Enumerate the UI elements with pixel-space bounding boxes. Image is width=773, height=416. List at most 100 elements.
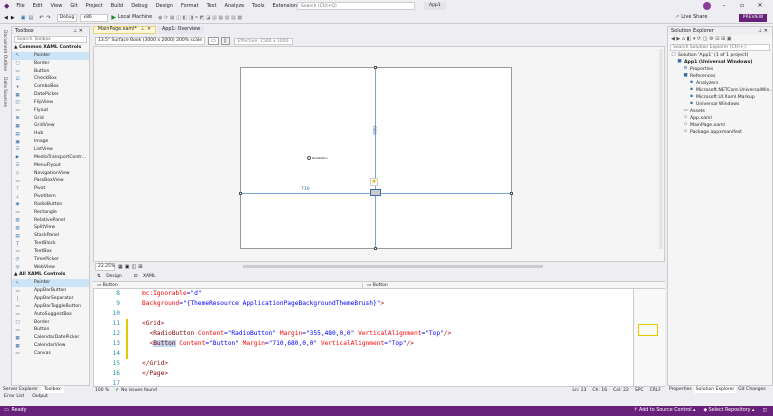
code-line[interactable]: 13 <Button Content="Button" Margin="710,…	[94, 339, 633, 349]
solution-search-input[interactable]: Search Solution Explorer (Ctrl+;)	[670, 44, 770, 51]
toolbox-item-button[interactable]: ▭ Button	[12, 68, 89, 76]
solution-item[interactable]: ▪ Microsoft.UI.Xaml.Markup	[668, 94, 772, 101]
resize-handle[interactable]	[239, 192, 242, 195]
minimize-icon[interactable]: –	[715, 0, 733, 12]
toolbox-item-textbox[interactable]: ▭ TextBox	[12, 248, 89, 256]
toolbox-item-listview[interactable]: ☰ ListView	[12, 146, 89, 154]
solution-item[interactable]: ▪ Universal Windows	[668, 101, 772, 108]
toolbox-item-mediatransportcontr-[interactable]: ▶ MediaTransportContr...	[12, 154, 89, 162]
toolbox-item-rectangle[interactable]: ▭ Rectangle	[12, 209, 89, 217]
toolbox-item-image[interactable]: ▣ Image	[12, 138, 89, 146]
run-target-button[interactable]: Local Machine	[118, 15, 152, 20]
tab-overview[interactable]: App1: Overview	[158, 26, 205, 34]
select-repository-button[interactable]: ◆ Select Repository ▴	[703, 406, 754, 416]
tab-design[interactable]: ⇅ Design	[93, 272, 130, 281]
tab-xaml[interactable]: ⊡ XAML	[130, 272, 164, 281]
portrait-icon[interactable]: ▯	[220, 37, 230, 45]
toolbox-item-menuflyout[interactable]: ☰ MenuFlyout	[12, 162, 89, 170]
solution-item[interactable]: ⚙ Properties	[668, 66, 772, 73]
toolbox-item-pointer[interactable]: ↖ Pointer	[12, 51, 89, 60]
config-dropdown[interactable]: Debug	[56, 13, 78, 22]
resize-handle[interactable]	[374, 66, 377, 69]
redo-icon[interactable]: ↷	[46, 15, 50, 21]
toolbox-item-appbartogglebutton[interactable]: ▭ AppBarToggleButton	[12, 303, 89, 311]
save-icon[interactable]: ▣	[21, 15, 26, 21]
resize-handle[interactable]	[374, 247, 377, 250]
toolbox-item-border[interactable]: ▢ Border	[12, 60, 89, 68]
solution-item[interactable]: ▫ Package.appxmanifest	[668, 129, 772, 136]
tab-mainpage[interactable]: MainPage.xaml* ⊥ ✕	[93, 26, 156, 34]
menu-item-analyze[interactable]: Analyze	[220, 0, 248, 12]
snap-icon[interactable]: ▣	[125, 264, 130, 270]
toolbox-group-common[interactable]: ▲ Common XAML Controls	[12, 44, 89, 52]
toolbox-item-navigationview[interactable]: ◇ NavigationView	[12, 170, 89, 178]
toolbox-item-calendardatepicker[interactable]: ▦ CalendarDatePicker	[12, 334, 89, 342]
toolbox-item-splitview[interactable]: ▥ SplitView	[12, 224, 89, 232]
code-line[interactable]: 14	[94, 349, 633, 359]
data-sources-tab[interactable]: Data Sources	[2, 77, 7, 107]
preview-button[interactable]: PREVIEW	[739, 14, 767, 22]
toolbox-item-button[interactable]: ▭ Button	[12, 326, 89, 334]
design-canvas[interactable]: 710 680 RadioButton ✹	[93, 46, 665, 262]
save-all-icon[interactable]: ▤	[28, 15, 33, 21]
toolbox-item-checkbox[interactable]: ☑ CheckBox	[12, 75, 89, 83]
grid-icon[interactable]: ▦	[118, 264, 123, 270]
solution-item[interactable]: ▫ App.xaml	[668, 115, 772, 122]
solution-item[interactable]: ■ References	[668, 73, 772, 80]
horizontal-scrollbar[interactable]	[243, 265, 543, 268]
resize-handle[interactable]	[510, 192, 513, 195]
selected-button-preview[interactable]	[370, 189, 381, 196]
menu-item-view[interactable]: View	[46, 0, 66, 12]
code-line[interactable]: 9 Background="{ThemeResource ApplicationP…	[94, 299, 633, 309]
forward-icon[interactable]: ▶	[11, 15, 15, 21]
toolbox-item-gridview[interactable]: ▦ GridView	[12, 122, 89, 130]
toolbox-item-appbarbutton[interactable]: ▭ AppBarButton	[12, 287, 89, 295]
tab-solution-explorer[interactable]: Solution Explorer	[693, 386, 737, 393]
code-line[interactable]: 11 <Grid>	[94, 319, 633, 329]
toolbox-item-passboxview[interactable]: ▭ PassBoxView	[12, 177, 89, 185]
toolbox-item-appbarseparator[interactable]: │ AppBarSeparator	[12, 295, 89, 303]
toolbox-item-calendarview[interactable]: ▦ CalendarView	[12, 342, 89, 350]
platform-dropdown[interactable]: x86	[80, 13, 109, 22]
code-line[interactable]: 12 <RadioButton Content="RadioButton" Ma…	[94, 329, 633, 339]
solution-item[interactable]: ▪ Microsoft.NETCore.UniversalWin...	[668, 87, 772, 94]
toolbar-icon[interactable]: ◉ ⟳ ▦ ◫ ◧ ◨ ⌗ ◩ ◪ ▥ ▦ ▧ ▨ ▩	[158, 15, 242, 21]
code-line[interactable]: 15 </Grid>	[94, 359, 633, 369]
solution-item[interactable]: ▫ MainPage.xaml	[668, 122, 772, 129]
menu-item-debug[interactable]: Debug	[127, 0, 151, 12]
vs-logo-icon[interactable]: ◆	[4, 2, 9, 10]
pin-icon[interactable]: ⊥	[141, 26, 145, 34]
toolbox-search-input[interactable]: Search Toolbox	[14, 36, 87, 43]
code-line[interactable]: 16 </Page>	[94, 369, 633, 379]
undo-icon[interactable]: ↶	[39, 15, 43, 21]
menu-item-project[interactable]: Project	[82, 0, 107, 12]
menu-item-edit[interactable]: Edit	[29, 0, 47, 12]
tab-error-list[interactable]: Error List	[0, 393, 28, 400]
tab-server-explorer[interactable]: Server Explorer	[0, 386, 41, 393]
xaml-editor[interactable]: 8 mc:Ignorable="d" 9 Background="{ThemeReso…	[93, 289, 633, 387]
search-input[interactable]: Search (Ctrl+Q)	[297, 2, 415, 10]
menu-item-test[interactable]: Test	[203, 0, 221, 12]
avatar[interactable]	[703, 2, 711, 10]
xaml-element-dropdown[interactable]: ▭ Button	[93, 282, 363, 288]
menu-item-git[interactable]: Git	[66, 0, 81, 12]
tab-toolbox[interactable]: Toolbox	[40, 386, 64, 393]
menu-item-tools[interactable]: Tools	[248, 0, 268, 12]
document-outline-tab[interactable]: Document Outline	[2, 30, 7, 71]
landscape-icon[interactable]: ▭	[208, 37, 219, 45]
toolbox-item-relativepanel[interactable]: ▥ RelativePanel	[12, 217, 89, 225]
toolbox-item-radiobutton[interactable]: ◉ RadioButton	[12, 201, 89, 209]
tab-git-changes[interactable]: Git Changes	[736, 386, 768, 393]
toolbox-item-flyout[interactable]: ▭ Flyout	[12, 107, 89, 115]
canvas-scrollbar-vertical[interactable]	[659, 49, 663, 249]
lightbulb-icon[interactable]: ✹	[370, 178, 378, 186]
effects-icon[interactable]: ⊞	[138, 264, 142, 270]
notification-icon[interactable]: ◫	[762, 406, 767, 416]
radio-button-preview[interactable]: RadioButton	[307, 156, 327, 160]
toolbox-item-datepicker[interactable]: ▦ DatePicker	[12, 91, 89, 99]
solution-item[interactable]: ▭ Assets	[668, 108, 772, 115]
menu-item-file[interactable]: File	[12, 0, 28, 12]
code-minimap[interactable]	[633, 289, 665, 386]
toolbox-item-combobox[interactable]: ▾ ComboBox	[12, 83, 89, 91]
menu-item-build[interactable]: Build	[107, 0, 128, 12]
